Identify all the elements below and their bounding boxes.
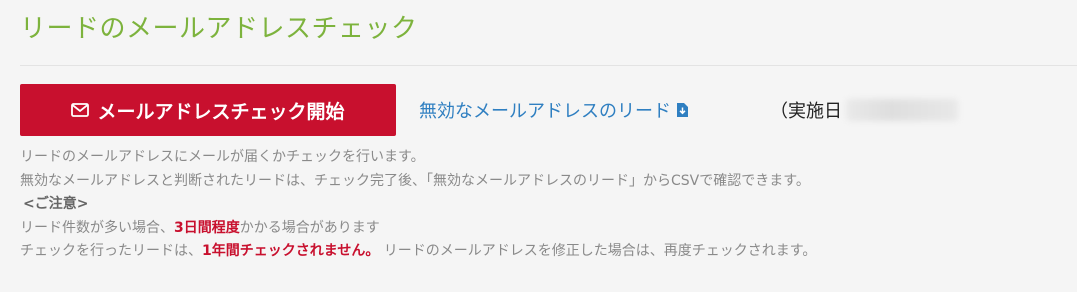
help-line-4-c: リードのメールアドレスを修正した場合は、再度チェックされます。: [379, 243, 817, 259]
help-line-4-emphasis: 1年間チェックされません。: [202, 243, 380, 259]
redacted-date: [846, 99, 958, 121]
invalid-leads-link[interactable]: 無効なメールアドレスのリード: [419, 97, 688, 123]
help-text: リードのメールアドレスにメールが届くかチェックを行います。 無効なメールアドレス…: [20, 146, 816, 264]
start-email-check-button[interactable]: メールアドレスチェック開始: [20, 84, 396, 136]
help-line-3-emphasis: 3日間程度: [174, 219, 240, 236]
help-line-3-a: リード件数が多い場合、: [20, 219, 174, 236]
help-line-3: リード件数が多い場合、3日間程度かかる場合があります: [20, 217, 816, 241]
help-line-4-a: チェックを行ったリードは、: [20, 243, 202, 259]
help-line-4: チェックを行ったリードは、1年間チェックされません。 リードのメールアドレスを修…: [20, 240, 816, 264]
note-heading: <ご注意>: [23, 196, 89, 212]
help-line-3-c: かかる場合があります: [239, 219, 380, 236]
page-title: リードのメールアドレスチェック: [20, 14, 418, 44]
execution-date-label: （実施日: [770, 101, 842, 122]
invalid-leads-link-label: 無効なメールアドレスのリード: [419, 101, 671, 122]
file-download-icon: [677, 103, 688, 117]
execution-date: （実施日: [770, 97, 958, 123]
help-line-1: リードのメールアドレスにメールが届くかチェックを行います。: [20, 149, 425, 165]
envelope-icon: [71, 103, 90, 117]
divider: [20, 65, 1077, 66]
help-line-2: 無効なメールアドレスと判断されたリードは、チェック完了後、「無効なメールアドレス…: [20, 172, 810, 189]
start-button-label: メールアドレスチェック開始: [97, 101, 345, 123]
